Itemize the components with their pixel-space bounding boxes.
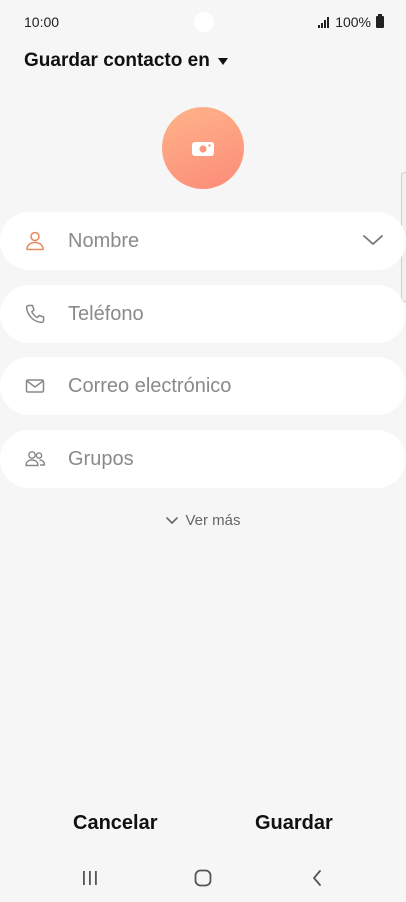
expand-chevron-icon[interactable] <box>362 232 384 248</box>
battery-icon <box>376 14 384 28</box>
email-field-label: Correo electrónico <box>68 374 232 397</box>
groups-field[interactable]: Grupos <box>0 430 406 488</box>
cancel-button[interactable]: Cancelar <box>73 812 158 835</box>
bottom-action-bar: Cancelar Guardar <box>0 808 406 840</box>
status-time: 10:00 <box>24 14 60 30</box>
camera-icon <box>192 142 214 156</box>
status-bar: 10:00 100% <box>0 0 406 44</box>
recent-apps-icon <box>83 871 97 885</box>
name-field-label: Nombre <box>68 229 140 252</box>
mail-icon <box>25 379 45 393</box>
home-button[interactable] <box>188 866 218 890</box>
name-field[interactable]: Nombre <box>0 212 406 270</box>
show-more-label: Ver más <box>185 512 241 529</box>
recent-apps-button[interactable] <box>75 866 105 890</box>
save-contact-in-label: Guardar contacto en <box>24 50 210 71</box>
chevron-down-icon <box>166 516 179 524</box>
dropdown-arrow-icon <box>217 57 228 65</box>
phone-icon <box>25 304 45 324</box>
signal-icon <box>318 16 330 28</box>
groups-field-label: Grupos <box>68 447 134 470</box>
email-field[interactable]: Correo electrónico <box>0 357 406 415</box>
phone-field[interactable]: Teléfono <box>0 285 406 343</box>
status-indicators: 100% <box>318 14 384 30</box>
groups-icon <box>25 451 46 467</box>
front-camera <box>194 12 214 32</box>
back-button[interactable] <box>302 866 332 890</box>
back-icon <box>313 870 321 886</box>
navigation-bar <box>0 860 406 896</box>
show-more-button[interactable]: Ver más <box>0 512 406 529</box>
save-button[interactable]: Guardar <box>255 812 333 835</box>
person-icon <box>26 231 44 251</box>
contact-photo-button[interactable] <box>162 107 244 189</box>
home-icon <box>194 869 212 887</box>
battery-percentage: 100% <box>335 14 371 30</box>
phone-field-label: Teléfono <box>68 302 144 325</box>
save-contact-in-dropdown[interactable]: Guardar contacto en <box>24 50 228 72</box>
